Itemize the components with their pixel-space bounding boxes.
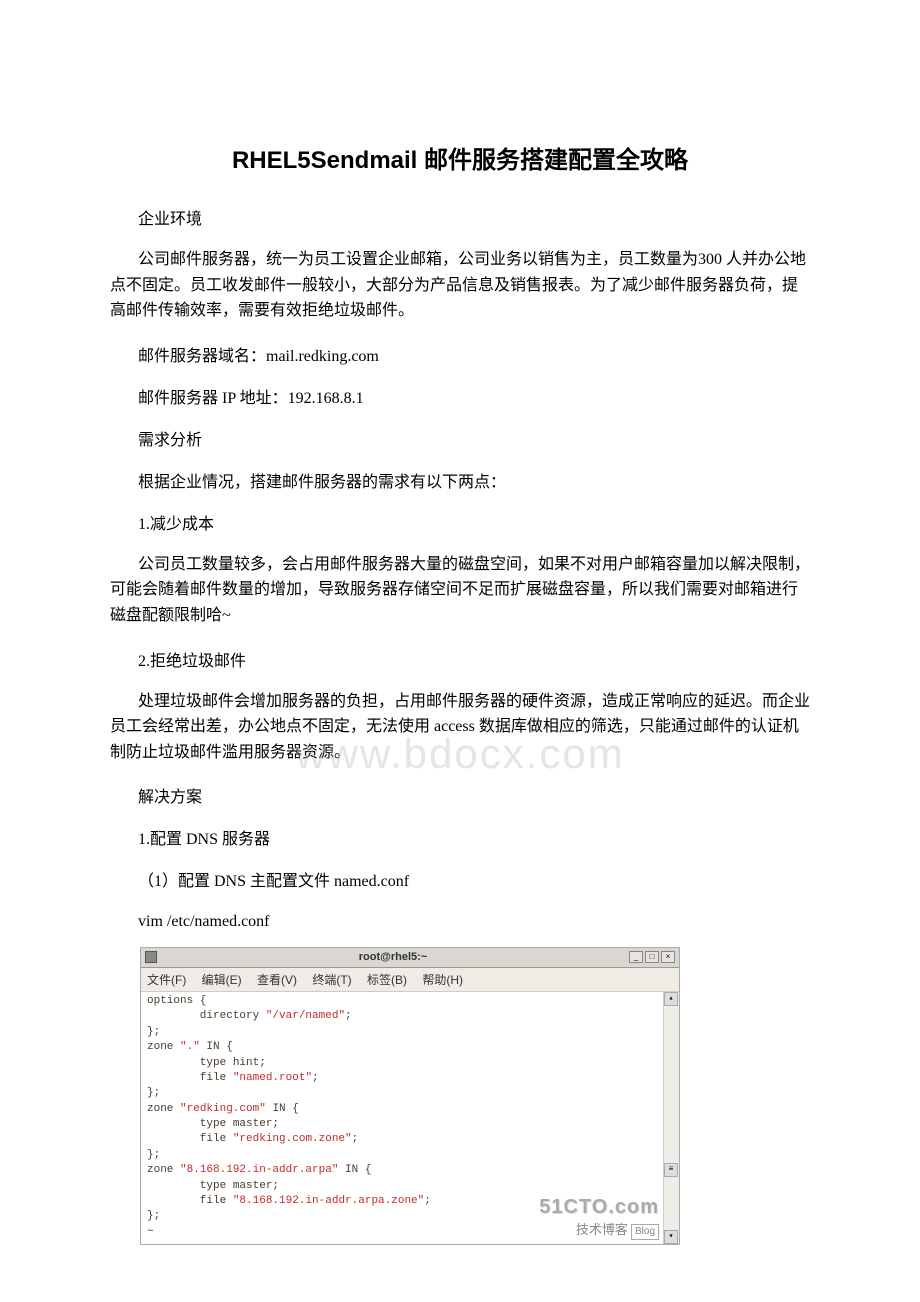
section-sol-heading: 解决方案	[138, 783, 810, 807]
terminal-body: ▴ ≡ ▾ options { directory "/var/named"; …	[141, 992, 679, 1244]
logo-blog: Blog	[631, 1224, 659, 1240]
terminal-window: root@rhel5:~ _ □ × 文件(F) 编辑(E) 查看(V) 终端(…	[140, 947, 680, 1245]
page-title: RHEL5Sendmail 邮件服务搭建配置全攻略	[110, 140, 810, 175]
logo-subtitle: 技术博客	[576, 1222, 628, 1237]
scrollbar[interactable]: ▴ ≡ ▾	[663, 992, 679, 1244]
terminal-menubar: 文件(F) 编辑(E) 查看(V) 终端(T) 标签(B) 帮助(H)	[141, 968, 679, 992]
scroll-up-icon[interactable]: ▴	[664, 992, 678, 1006]
logo-51cto: 51CTO.com	[539, 1193, 659, 1221]
terminal-icon	[145, 951, 157, 963]
scroll-down-icon[interactable]: ▾	[664, 1230, 678, 1244]
menu-help[interactable]: 帮助(H)	[422, 973, 463, 987]
menu-view[interactable]: 查看(V)	[257, 973, 297, 987]
terminal-title-text: root@rhel5:~	[157, 951, 629, 963]
scroll-thumb[interactable]: ≡	[664, 1163, 678, 1177]
menu-terminal[interactable]: 终端(T)	[312, 973, 351, 987]
menu-file[interactable]: 文件(F)	[147, 973, 186, 987]
close-button[interactable]: ×	[661, 951, 675, 963]
paragraph-req-intro: 根据企业情况，搭建邮件服务器的需求有以下两点：	[138, 468, 810, 492]
heading-cost: 1.减少成本	[138, 510, 810, 534]
menu-tabs[interactable]: 标签(B)	[367, 973, 407, 987]
menu-edit[interactable]: 编辑(E)	[202, 973, 242, 987]
section-env-heading: 企业环境	[138, 205, 810, 229]
heading-dns: 1.配置 DNS 服务器	[138, 825, 810, 849]
terminal-titlebar: root@rhel5:~ _ □ ×	[141, 948, 679, 968]
paragraph-ip: 邮件服务器 IP 地址：192.168.8.1	[138, 384, 810, 408]
paragraph-cost: 公司员工数量较多，会占用邮件服务器大量的磁盘空间，如果不对用户邮箱容量加以解决限…	[110, 552, 810, 629]
window-buttons: _ □ ×	[629, 951, 675, 963]
paragraph-dns-conf: （1）配置 DNS 主配置文件 named.conf	[138, 867, 810, 891]
paragraph-domain: 邮件服务器域名：mail.redking.com	[138, 342, 810, 366]
paragraph-vim: vim /etc/named.conf	[138, 909, 810, 935]
corner-logo: 51CTO.com 技术博客 Blog	[539, 1193, 659, 1240]
section-req-heading: 需求分析	[138, 426, 810, 450]
paragraph-spam: 处理垃圾邮件会增加服务器的负担，占用邮件服务器的硬件资源，造成正常响应的延迟。而…	[110, 689, 810, 766]
minimize-button[interactable]: _	[629, 951, 643, 963]
paragraph-company: 公司邮件服务器，统一为员工设置企业邮箱，公司业务以销售为主，员工数量为300 人…	[110, 247, 810, 324]
maximize-button[interactable]: □	[645, 951, 659, 963]
heading-spam: 2.拒绝垃圾邮件	[138, 647, 810, 671]
